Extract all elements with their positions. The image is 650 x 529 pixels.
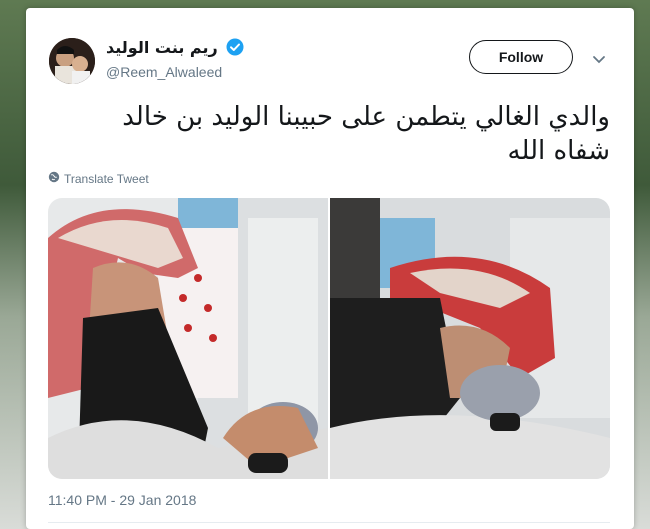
display-name[interactable]: ريم بنت الوليد xyxy=(106,38,218,57)
author-block: ريم بنت الوليد @Reem_Alwaleed xyxy=(106,38,244,80)
follow-button[interactable]: Follow xyxy=(469,40,573,74)
tweet-timestamp[interactable]: 11:40 PM - 29 Jan 2018 xyxy=(48,492,196,508)
globe-icon xyxy=(48,171,60,186)
tweet-text-line: شفاه الله xyxy=(507,136,610,166)
tweet-text: والدي الغالي يتطمن على حبيبنا الوليد بن … xyxy=(48,100,610,168)
tweet-photo-2[interactable] xyxy=(330,198,610,479)
photo-grid xyxy=(48,198,610,479)
tweet-text-line: والدي الغالي يتطمن على حبيبنا الوليد بن … xyxy=(122,102,610,132)
tweet-card: ريم بنت الوليد @Reem_Alwaleed Follow وال… xyxy=(26,8,634,529)
tweet-photo-1[interactable] xyxy=(48,198,328,479)
chevron-down-icon[interactable] xyxy=(592,52,606,70)
user-handle[interactable]: @Reem_Alwaleed xyxy=(106,64,244,80)
verified-badge-icon xyxy=(226,38,244,61)
translate-tweet-link[interactable]: Translate Tweet xyxy=(48,171,149,186)
avatar[interactable] xyxy=(49,38,95,84)
translate-label: Translate Tweet xyxy=(64,171,149,186)
divider xyxy=(48,522,610,523)
